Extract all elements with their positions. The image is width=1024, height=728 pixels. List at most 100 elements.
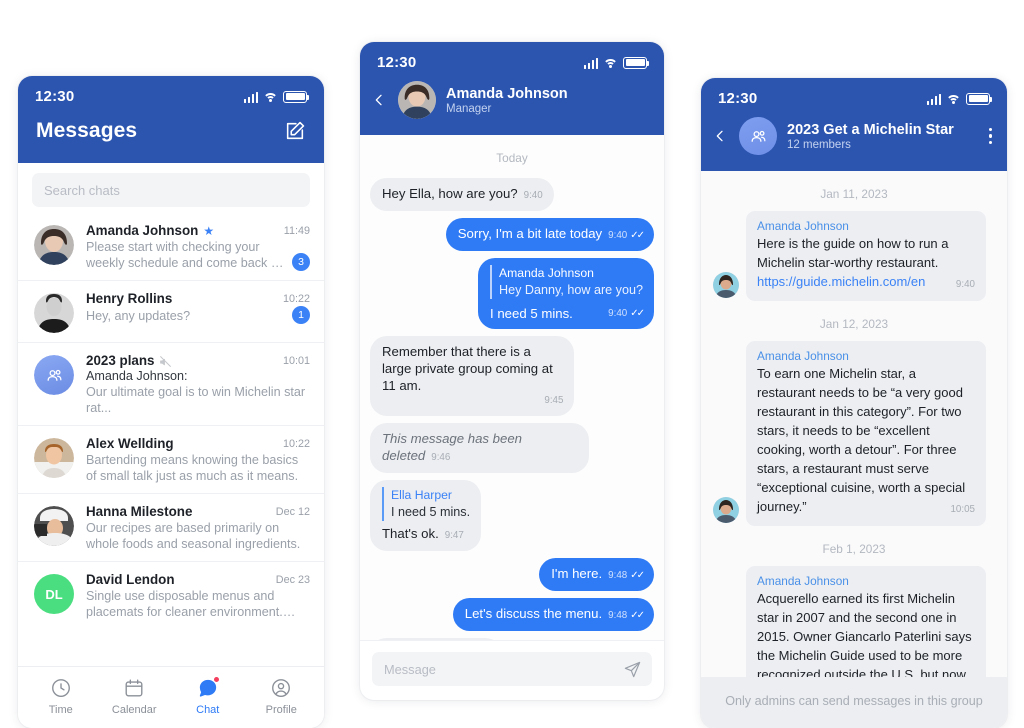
- list-item-header: David Lendon Dec 23: [86, 572, 310, 587]
- message-bubble-deleted[interactable]: This message has been deleted 9:46: [370, 423, 589, 473]
- search-input-wrapper[interactable]: [32, 173, 310, 207]
- group-title: 2023 Get a Michelin Star: [787, 121, 954, 138]
- message-bubble-incoming[interactable]: Hey Ella, how are you? 9:40: [370, 178, 554, 211]
- message-row: I'm here. 9:48 ✓✓: [370, 558, 654, 591]
- wifi-icon: [263, 92, 278, 103]
- compose-icon[interactable]: [284, 120, 306, 142]
- phone-messages-list: 12:30 Messages Search chats Amanda Johns…: [18, 76, 324, 728]
- message-bubble-incoming-quoted[interactable]: Ella Harper I need 5 mins. That's ok. 9:4…: [370, 480, 482, 551]
- phone-group-conversation: 12:30 2023 Get a Michelin Star 12 member…: [701, 78, 1007, 728]
- list-item-body: David Lendon Dec 23 Single use disposabl…: [86, 572, 310, 620]
- list-item-body: 2023 plans 10:01 Amanda Johnson: Our ult…: [86, 353, 310, 416]
- list-item-header: Amanda Johnson ★ 11:49: [86, 223, 310, 238]
- message-row: Remember that there is a large private g…: [370, 336, 654, 416]
- message-text: I need 5 mins.: [490, 306, 573, 321]
- group-header: 12:30 2023 Get a Michelin Star 12 member…: [701, 78, 1007, 171]
- contact-name: Hanna Milestone: [86, 504, 193, 519]
- list-item[interactable]: 2023 plans 10:01 Amanda Johnson: Our ult…: [18, 343, 324, 426]
- message-time: 10:05: [950, 504, 975, 515]
- chat-list[interactable]: Amanda Johnson ★ 11:49 Please start with…: [18, 213, 324, 666]
- list-item[interactable]: Amanda Johnson ★ 11:49 Please start with…: [18, 213, 324, 281]
- message-row: This message has been deleted 9:46: [370, 423, 654, 473]
- message-body: Here is the guide on how to run a Michel…: [757, 236, 949, 270]
- avatar[interactable]: [398, 81, 436, 119]
- signal-bars-icon: [583, 57, 598, 69]
- read-ticks-icon: ✓✓: [630, 230, 645, 241]
- message-time: 9:47: [444, 530, 464, 541]
- phone-conversation: 12:30 Amanda Johnson Manager Today Hey E…: [360, 42, 664, 700]
- message-time: 9:46: [431, 452, 451, 463]
- list-item-footer: Bartending means knowing the basics of s…: [86, 451, 310, 484]
- message-time: 9:48: [608, 610, 628, 621]
- contact-role: Manager: [446, 102, 492, 115]
- kebab-menu-icon[interactable]: [989, 128, 993, 144]
- tab-time[interactable]: Time: [24, 677, 98, 716]
- message-thread[interactable]: Today Hey Ella, how are you? 9:40 Sorry, …: [360, 135, 664, 640]
- message-text: Let's discuss the menu.: [464, 606, 603, 621]
- status-bar: 12:30: [701, 78, 1007, 111]
- status-bar: 12:30: [18, 76, 324, 109]
- status-time: 12:30: [718, 90, 758, 107]
- send-icon[interactable]: [623, 660, 642, 679]
- group-avatar-icon[interactable]: [739, 117, 777, 155]
- search-area: [18, 163, 324, 213]
- clock-icon: [50, 677, 72, 699]
- tab-profile[interactable]: Profile: [245, 677, 319, 716]
- message-bubble-outgoing[interactable]: Sorry, I'm a bit late today 9:40 ✓✓: [445, 218, 654, 251]
- list-item[interactable]: Henry Rollins 10:22 Hey, any updates? 1: [18, 281, 324, 343]
- tab-calendar[interactable]: Calendar: [98, 677, 172, 716]
- back-chevron-icon[interactable]: [711, 128, 729, 144]
- list-item[interactable]: DL David Lendon Dec 23 Single use dispos…: [18, 562, 324, 629]
- group-message-bubble[interactable]: Amanda Johnson Here is the guide on how …: [746, 211, 986, 301]
- message-link[interactable]: https://guide.michelin.com/en: [757, 274, 925, 289]
- contact-name: Henry Rollins: [86, 291, 173, 306]
- quote-author: Amanda Johnson: [499, 266, 594, 280]
- wifi-icon: [603, 58, 618, 69]
- quoted-message: Ella Harper I need 5 mins.: [382, 487, 470, 521]
- list-item-header: 2023 plans 10:01: [86, 353, 310, 368]
- list-item-body: Alex Wellding 10:22 Bartending means kno…: [86, 436, 310, 484]
- message-composer: [360, 640, 664, 700]
- search-input[interactable]: [44, 182, 298, 198]
- list-item-header: Hanna Milestone Dec 12: [86, 504, 310, 519]
- group-title-bar: 2023 Get a Michelin Star 12 members: [701, 111, 1007, 171]
- message-text: That's ok.: [382, 526, 439, 541]
- conversation-contact: Amanda Johnson Manager: [446, 86, 568, 115]
- mute-icon: [159, 355, 172, 367]
- message-bubble-outgoing-quoted[interactable]: Amanda Johnson Hey Danny, how are you? I…: [478, 258, 654, 329]
- timestamp: 10:22: [282, 292, 310, 305]
- list-item[interactable]: Hanna Milestone Dec 12 Our recipes are b…: [18, 494, 324, 562]
- message-preview: Bartending means knowing the basics of s…: [86, 453, 299, 483]
- message-bubble-outgoing[interactable]: I'm here. 9:48 ✓✓: [539, 558, 654, 591]
- quoted-message: Amanda Johnson Hey Danny, how are you?: [490, 265, 643, 299]
- message-time: 9:48: [608, 570, 628, 581]
- tab-chat[interactable]: Chat: [171, 676, 245, 716]
- message-row: Amanda Johnson Hey Danny, how are you? I…: [370, 258, 654, 329]
- calendar-icon: [123, 677, 145, 699]
- read-ticks-icon: ✓✓: [630, 610, 645, 621]
- contact-name: David Lendon: [86, 572, 175, 587]
- list-item[interactable]: Alex Wellding 10:22 Bartending means kno…: [18, 426, 324, 494]
- back-chevron-icon[interactable]: [370, 92, 388, 108]
- day-separator: Feb 1, 2023: [822, 542, 886, 556]
- list-title-bar: Messages: [18, 109, 324, 163]
- avatar: [713, 272, 739, 298]
- star-icon: ★: [203, 223, 215, 238]
- composer-input-wrapper[interactable]: [372, 652, 652, 686]
- message-bubble-incoming[interactable]: Remember that there is a large private g…: [370, 336, 575, 416]
- timestamp: 11:49: [283, 224, 310, 237]
- message-text: Acquerello earned its first Michelin sta…: [757, 589, 975, 677]
- quote-text: Hey Danny, how are you?: [499, 283, 643, 297]
- group-message-thread[interactable]: Jan 11, 2023 Amanda Johnson Here is the …: [701, 171, 1007, 677]
- group-name: 2023 plans: [86, 353, 155, 368]
- message-bubble-outgoing[interactable]: Let's discuss the menu. 9:48 ✓✓: [452, 598, 654, 631]
- group-message-bubble[interactable]: Amanda Johnson Acquerello earned its fir…: [746, 566, 986, 677]
- group-info: 2023 Get a Michelin Star 12 members: [787, 122, 954, 151]
- preview-sender: Amanda Johnson:: [86, 369, 188, 383]
- message-row: Hey Ella, how are you? 9:40: [370, 178, 654, 211]
- message-input[interactable]: [384, 661, 615, 677]
- group-message-bubble[interactable]: Amanda Johnson To earn one Michelin star…: [746, 341, 986, 526]
- message-bubble-incoming[interactable]: Sure, where?10:00: [370, 638, 502, 640]
- signal-bars-icon: [926, 93, 941, 105]
- list-item-footer: Our ultimate goal is to win Michelin sta…: [86, 383, 310, 416]
